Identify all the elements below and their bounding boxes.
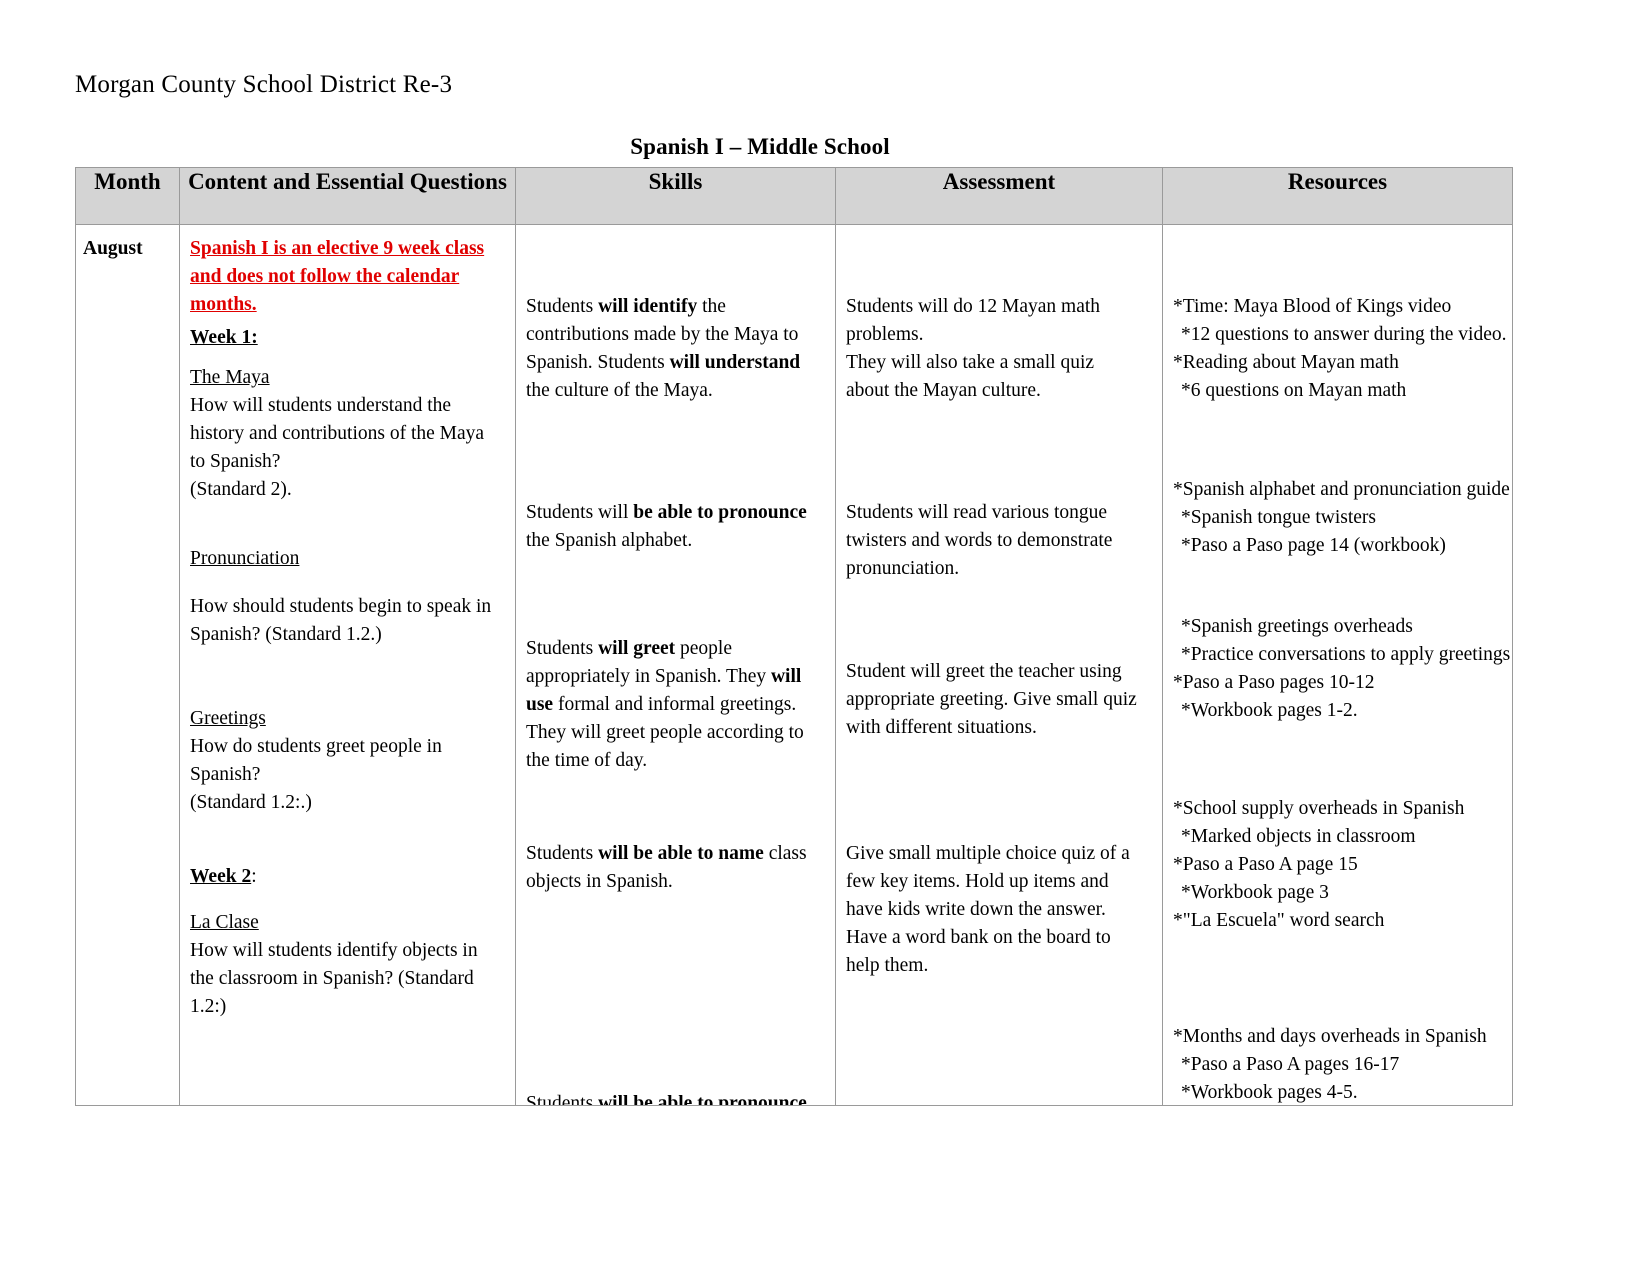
assessment-cell: Students will do 12 Mayan math problems.… [835,224,1163,1106]
table-header-row: Month Content and Essential Questions Sk… [75,167,1513,225]
column-header-resources: Resources [1162,167,1513,225]
skill-la-clase: Students will be able to name class obje… [526,843,807,892]
la-clase-question-line-3: 1.2:) [190,995,227,1017]
week-2-colon: : [251,866,257,887]
assessment-maya: Students will do 12 Mayan math problems.… [846,296,1101,401]
greetings-standard: (Standard 1.2:.) [190,791,312,813]
document-page: Morgan County School District Re-3 Spani… [0,0,1650,1275]
resources-greetings: *Spanish greetings overheads *Practice c… [1173,616,1511,721]
table-row: August Spanish I is an elective 9 week c… [75,224,1513,1106]
skill-truncated: Students will be able to pronounce [526,1090,827,1105]
topic-the-maya: The Maya [190,367,270,388]
la-clase-question-line-1: How will students identify objects in [190,939,478,961]
la-clase-question-line-2: the classroom in Spanish? (Standard [190,967,474,989]
skill-la-clase-bold: will be able to name [598,843,764,864]
topic-greetings: Greetings [190,708,266,729]
month-value: August [83,238,143,259]
content-cell: Spanish I is an elective 9 week class an… [179,224,516,1106]
greetings-question-line-2: Spanish? [190,763,261,785]
resources-months-days: *Months and days overheads in Spanish *P… [1173,1026,1487,1103]
maya-standard: (Standard 2). [190,478,292,500]
topic-la-clase: La Clase [190,912,259,933]
column-header-skills: Skills [515,167,836,225]
skills-cell: Students will identify the contributions… [515,224,836,1106]
week-2-heading: Week 2 [190,866,252,887]
maya-question-line-3: to Spanish? [190,450,281,472]
assessment-la-clase: Give small multiple choice quiz of a few… [846,843,1130,976]
week-1-heading: Week 1: [190,327,258,348]
pronunciation-question-line-2: Spanish? (Standard 1.2.) [190,623,382,645]
skill-maya-bold-1: will identify [598,296,698,317]
assessment-greetings: Student will greet the teacher using app… [846,661,1137,738]
skill-maya: Students will identify the contributions… [526,296,801,401]
skill-greetings-bold-1: will greet [598,638,676,659]
column-header-assessment: Assessment [835,167,1163,225]
skill-greetings: Students will greet people appropriately… [526,638,804,771]
course-title: Spanish I – Middle School [630,134,890,159]
resources-maya: *Time: Maya Blood of Kings video *12 que… [1173,296,1507,401]
curriculum-map-table: Month Content and Essential Questions Sk… [75,167,1513,1106]
topic-pronunciation: Pronunciation [190,548,300,569]
maya-question-line-2: history and contributions of the Maya [190,422,485,444]
skill-pronunciation-bold: be able to pronounce [633,502,807,523]
column-header-content: Content and Essential Questions [179,167,516,225]
resources-cell: *Time: Maya Blood of Kings video *12 que… [1162,224,1513,1106]
pronunciation-question-line-1: How should students begin to speak in [190,596,492,617]
skill-pronunciation: Students will be able to pronounce the S… [526,502,807,551]
column-header-month: Month [75,167,180,225]
resources-la-clase: *School supply overheads in Spanish *Mar… [1173,798,1465,931]
district-title: Morgan County School District Re-3 [75,71,453,98]
month-cell: August [75,224,180,1106]
assessment-pronunciation: Students will read various tongue twiste… [846,502,1113,579]
skill-maya-bold-2: will understand [669,351,801,373]
maya-question-line-1: How will students understand the [190,394,452,416]
resources-pronunciation: *Spanish alphabet and pronunciation guid… [1173,479,1510,556]
greetings-question-line-1: How do students greet people in [190,735,442,757]
skill-truncated-bold: will be able to pronounce [598,1093,807,1105]
elective-notice: Spanish I is an elective 9 week class an… [190,238,485,315]
